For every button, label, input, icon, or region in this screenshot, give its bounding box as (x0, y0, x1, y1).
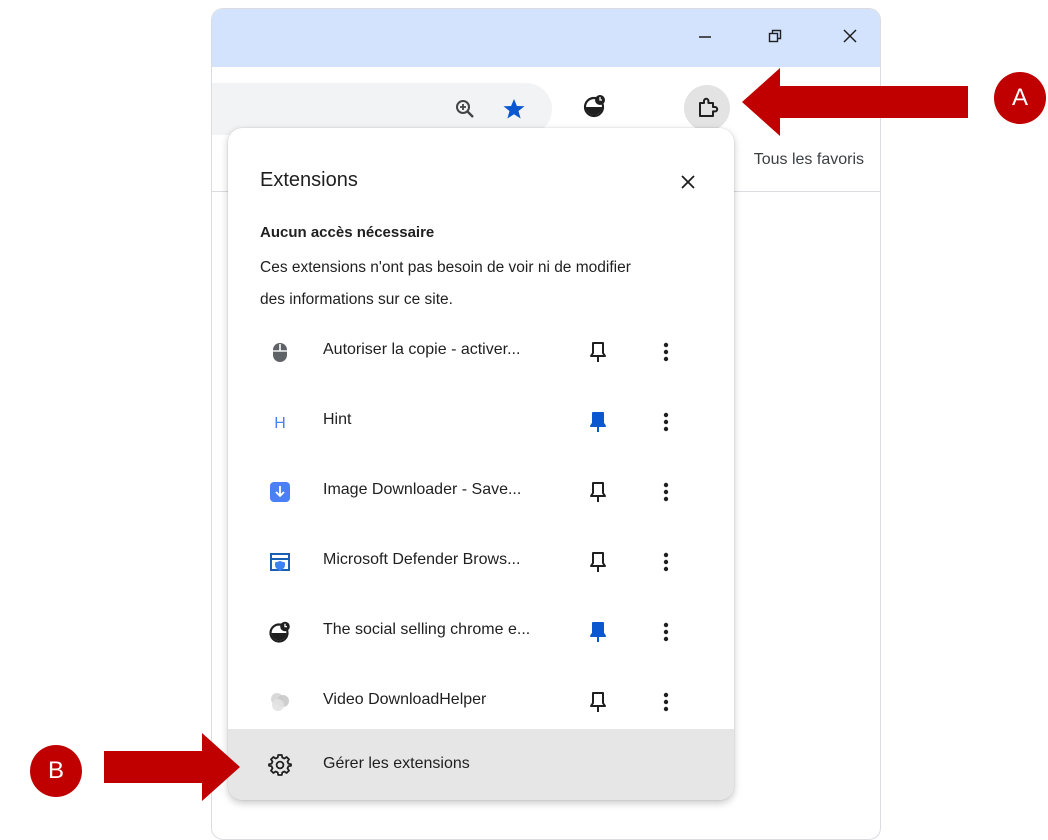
unpin-button[interactable] (582, 406, 614, 438)
popup-title: Extensions (260, 169, 358, 191)
extension-name: Microsoft Defender Brows... (323, 551, 521, 568)
manage-extensions-label: Gérer les extensions (323, 755, 470, 772)
extension-row[interactable]: Microsoft Defender Brows... (228, 525, 734, 595)
callout-arrow-a (742, 68, 968, 136)
restore-button[interactable] (757, 21, 793, 51)
more-options-button[interactable] (650, 476, 682, 508)
social-selling-toolbar-button[interactable] (582, 93, 608, 119)
extension-name: Autoriser la copie - activer... (323, 341, 521, 358)
minimize-button[interactable] (687, 21, 723, 51)
kebab-menu-icon (663, 482, 669, 502)
popup-close-button[interactable] (670, 164, 706, 200)
kebab-menu-icon (663, 412, 669, 432)
extension-name: Hint (323, 411, 352, 428)
close-icon (843, 29, 857, 43)
extensions-toolbar-button[interactable] (684, 85, 730, 131)
more-options-button[interactable] (650, 336, 682, 368)
more-options-button[interactable] (650, 406, 682, 438)
pin-button[interactable] (582, 476, 614, 508)
kebab-menu-icon (663, 552, 669, 572)
pin-filled-icon (590, 622, 606, 642)
section-description: Ces extensions n'ont pas besoin de voir … (260, 259, 631, 308)
title-bar (212, 9, 880, 67)
social-selling-icon (268, 620, 292, 644)
extension-row[interactable]: Autoriser la copie - activer... (228, 315, 734, 385)
pin-button[interactable] (582, 686, 614, 718)
pin-outline-icon (590, 692, 606, 712)
pin-outline-icon (590, 552, 606, 572)
callout-badge-a: A (994, 72, 1046, 124)
extension-row[interactable]: Video DownloadHelper (228, 665, 734, 735)
minimize-icon (699, 36, 711, 38)
manage-extensions-button[interactable]: Gérer les extensions (228, 729, 734, 800)
extension-name: Video DownloadHelper (323, 691, 487, 708)
more-options-button[interactable] (650, 686, 682, 718)
more-options-button[interactable] (650, 546, 682, 578)
kebab-menu-icon (663, 342, 669, 362)
kebab-menu-icon (663, 692, 669, 712)
kebab-menu-icon (663, 622, 669, 642)
zoom-icon[interactable] (454, 98, 476, 120)
unpin-button[interactable] (582, 616, 614, 648)
all-bookmarks-link[interactable]: Tous les favoris (754, 151, 864, 169)
pin-outline-icon (590, 482, 606, 502)
extensions-popup: Extensions Aucun accès nécessaire Ces ex… (228, 128, 734, 800)
extension-row[interactable]: H Hint (228, 385, 734, 455)
callout-badge-b: B (30, 745, 82, 797)
extension-row[interactable]: Image Downloader - Save... (228, 455, 734, 525)
pin-button[interactable] (582, 546, 614, 578)
download-icon (268, 480, 292, 504)
callout-arrow-b (104, 733, 240, 801)
video-helper-icon (268, 690, 292, 714)
star-icon[interactable] (502, 97, 526, 121)
pin-outline-icon (590, 342, 606, 362)
svg-text:H: H (274, 415, 286, 432)
restore-icon (768, 29, 782, 43)
defender-icon (268, 550, 292, 574)
gear-icon (268, 754, 292, 776)
extension-name: The social selling chrome e... (323, 621, 531, 638)
section-heading: Aucun accès nécessaire (260, 224, 435, 241)
close-icon (681, 175, 695, 189)
extension-row[interactable]: The social selling chrome e... (228, 595, 734, 665)
social-selling-icon (583, 95, 605, 118)
mouse-icon (268, 340, 292, 364)
puzzle-icon (699, 97, 719, 117)
hint-h-icon: H (268, 410, 292, 434)
pin-button[interactable] (582, 336, 614, 368)
more-options-button[interactable] (650, 616, 682, 648)
pin-filled-icon (590, 412, 606, 432)
close-window-button[interactable] (832, 21, 868, 51)
extension-name: Image Downloader - Save... (323, 481, 522, 498)
